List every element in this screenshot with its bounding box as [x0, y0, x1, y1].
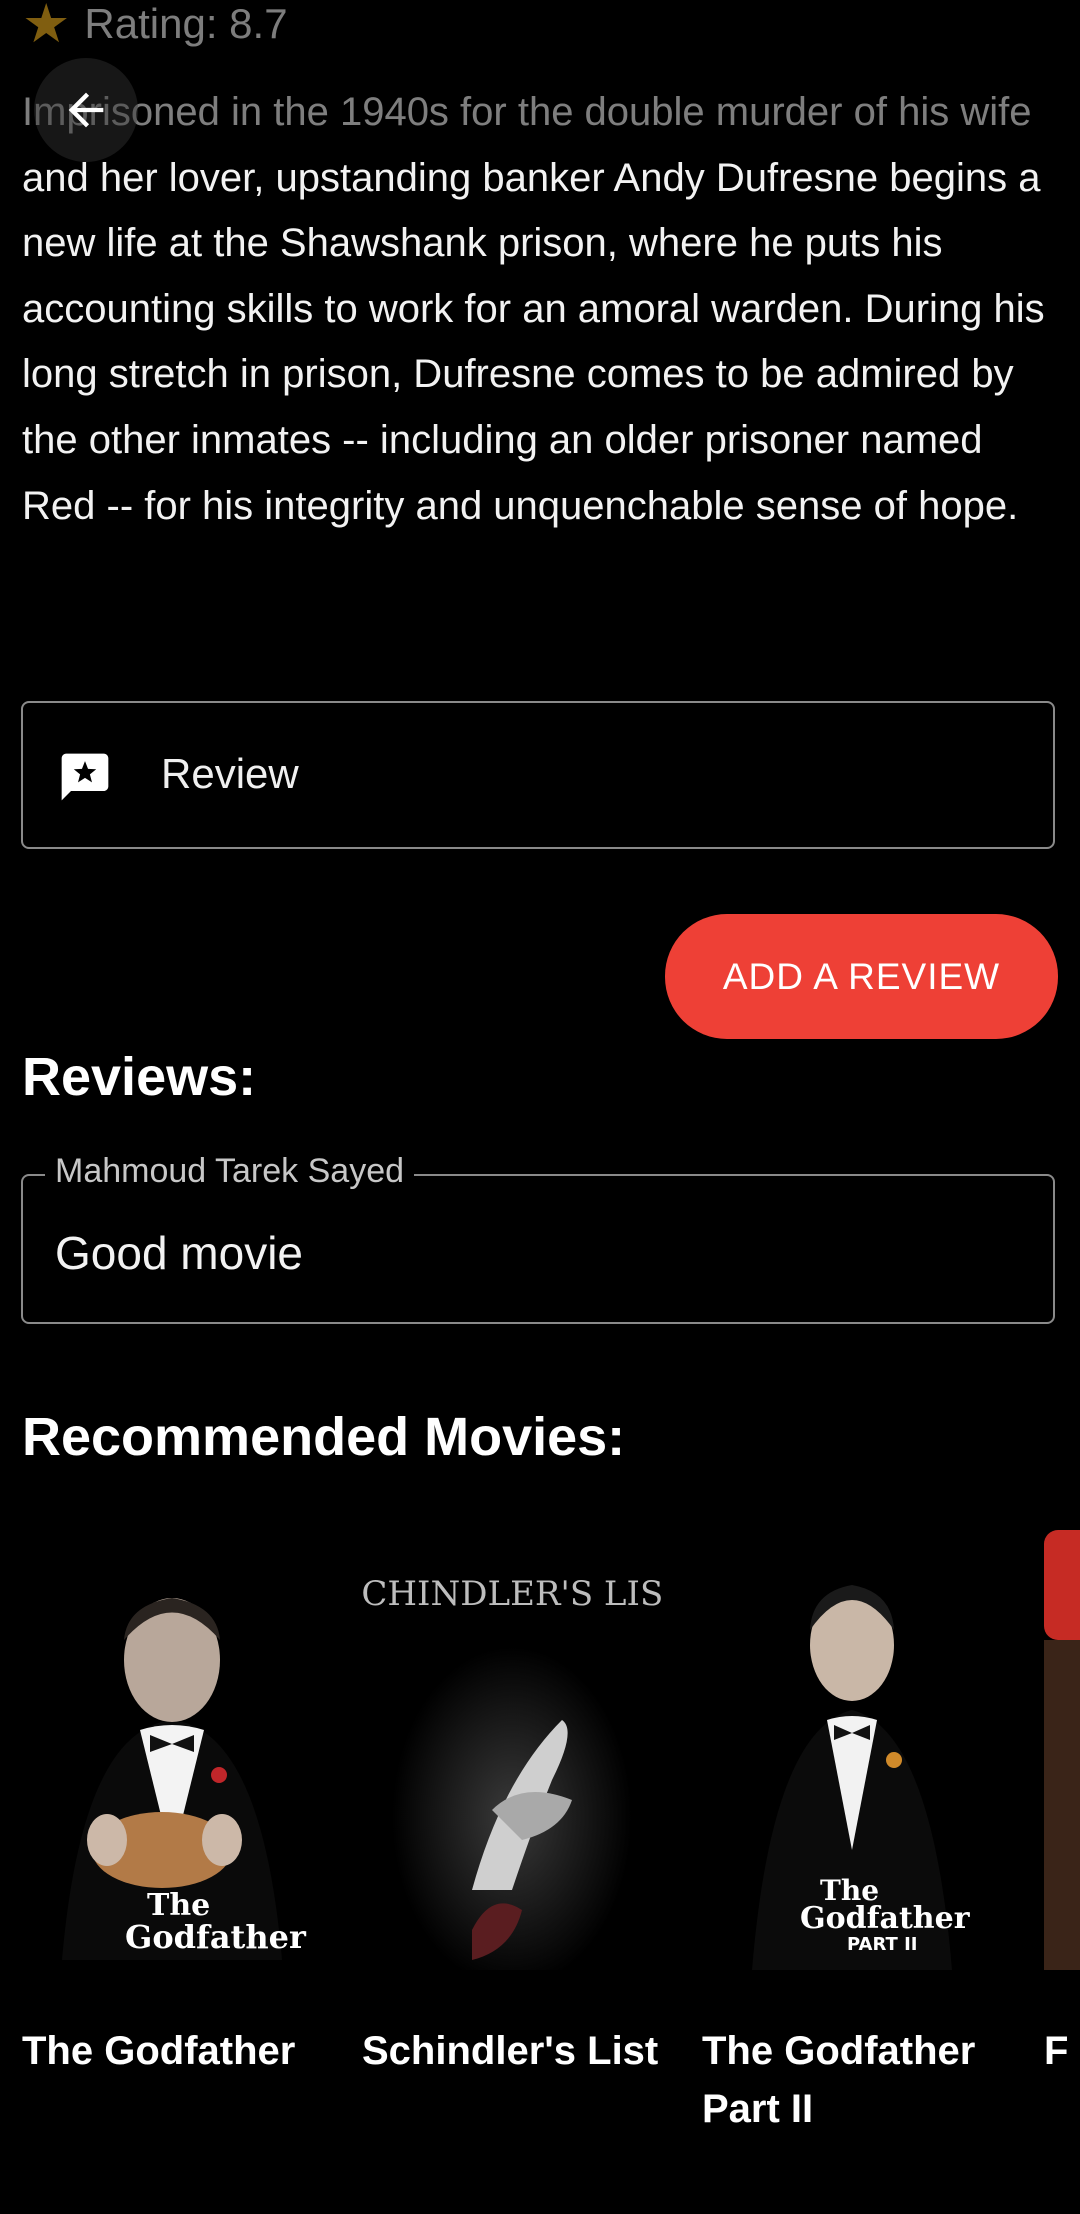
recommended-movies-list[interactable]: The Godfather The Godfather SCHINDLER'S … — [0, 1530, 1080, 2150]
review-author: Mahmoud Tarek Sayed — [45, 1152, 415, 1191]
movie-card-schindlers-list[interactable]: SCHINDLER'S LIST Schindler's List — [362, 1530, 662, 2080]
svg-text:Godfather: Godfather — [800, 1901, 971, 1936]
movie-poster: SCHINDLER'S LIST — [362, 1530, 662, 1990]
movie-title: The Godfather — [22, 2029, 296, 2073]
movie-poster: The Godfather PART II — [702, 1530, 1002, 1990]
movie-card-partial[interactable]: F — [1044, 1530, 1080, 2080]
back-button[interactable] — [34, 58, 138, 162]
movie-card-the-godfather[interactable]: The Godfather The Godfather — [22, 1530, 322, 2080]
svg-text:SCHINDLER'S LIST: SCHINDLER'S LIST — [362, 1574, 662, 1614]
review-input-label: Review — [161, 750, 299, 797]
rate-review-icon — [61, 753, 109, 801]
movie-card-the-godfather-part-ii[interactable]: The Godfather PART II The Godfather Part… — [702, 1530, 1002, 2138]
movie-poster: The Godfather — [22, 1530, 322, 1990]
arrow-back-icon — [68, 92, 104, 128]
review-text: Good movie — [55, 1227, 304, 1279]
movie-title: F — [1044, 2029, 1069, 2073]
svg-text:PART II: PART II — [847, 1934, 917, 1955]
movie-title: The Godfather Part II — [702, 2029, 976, 2131]
review-input[interactable]: Review — [21, 701, 1055, 849]
recommended-title: Recommended Movies: — [22, 1407, 626, 1467]
app-bar — [0, 0, 1080, 160]
reviews-title: Reviews: — [22, 1047, 257, 1107]
svg-text:Godfather: Godfather — [125, 1918, 307, 1956]
review-card: Mahmoud Tarek Sayed Good movie — [21, 1152, 1055, 1324]
movie-poster — [1044, 1530, 1080, 1990]
add-review-button[interactable]: ADD A REVIEW — [665, 914, 1058, 1039]
movie-title: Schindler's List — [362, 2029, 659, 2073]
